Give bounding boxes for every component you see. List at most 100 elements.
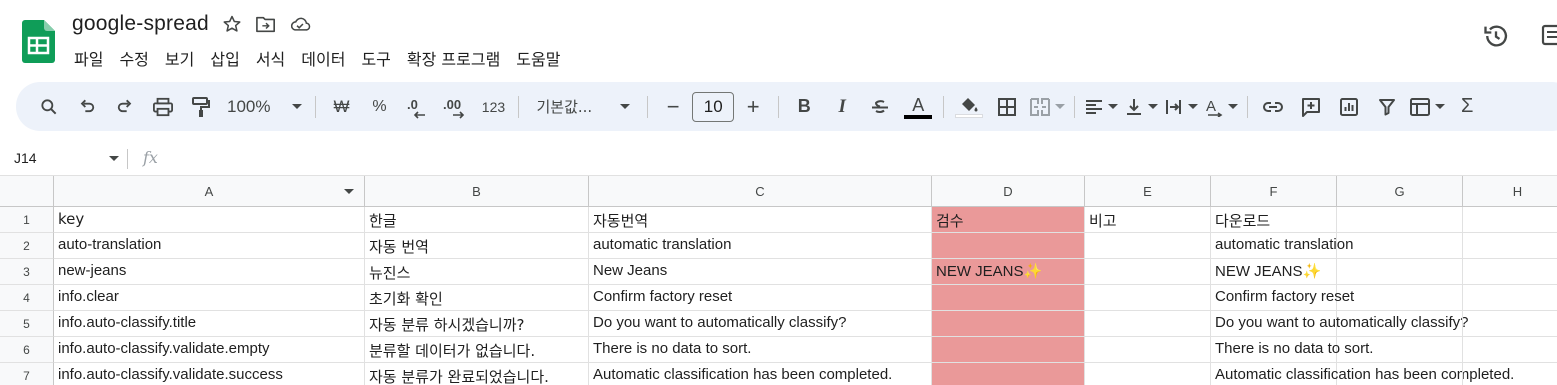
cell-g2[interactable] <box>1337 233 1463 259</box>
cell-c6[interactable]: There is no data to sort. <box>589 337 932 363</box>
cell-h7[interactable] <box>1463 363 1557 385</box>
cell-f7[interactable]: Automatic classification has been comple… <box>1211 363 1514 385</box>
search-menus-icon[interactable] <box>33 91 65 123</box>
cell-a1[interactable]: key <box>54 207 365 233</box>
cell-b7[interactable]: 자동 분류가 완료되었습니다. <box>365 363 589 385</box>
functions-icon[interactable]: Σ <box>1451 91 1483 123</box>
percent-format-button[interactable]: % <box>363 91 395 123</box>
cell-g4[interactable] <box>1337 285 1463 311</box>
menu-data[interactable]: 데이터 <box>293 44 353 72</box>
cell-d6[interactable] <box>932 337 1085 363</box>
cell-g1[interactable] <box>1337 207 1463 233</box>
insert-comment-icon[interactable] <box>1295 91 1327 123</box>
cell-h2[interactable] <box>1463 233 1557 259</box>
cell-b2[interactable]: 자동 번역 <box>365 233 589 259</box>
row-header-3[interactable]: 3 <box>0 259 54 285</box>
row-header-1[interactable]: 1 <box>0 207 54 233</box>
italic-button[interactable]: I <box>826 91 858 123</box>
cell-g6[interactable] <box>1337 337 1463 363</box>
cell-c5[interactable]: Do you want to automatically classify? <box>589 311 932 337</box>
row-header-4[interactable]: 4 <box>0 285 54 311</box>
star-icon[interactable] <box>221 13 243 35</box>
strikethrough-icon[interactable] <box>864 91 896 123</box>
cell-e6[interactable] <box>1085 337 1211 363</box>
row-header-6[interactable]: 6 <box>0 337 54 363</box>
cell-b6[interactable]: 분류할 데이터가 없습니다. <box>365 337 589 363</box>
cell-e4[interactable] <box>1085 285 1211 311</box>
column-menu-dropdown-icon[interactable] <box>344 189 354 194</box>
cell-f1[interactable]: 다운로드 <box>1211 207 1337 233</box>
cell-a7[interactable]: info.auto-classify.validate.success <box>54 363 365 385</box>
cell-c4[interactable]: Confirm factory reset <box>589 285 932 311</box>
cell-e2[interactable] <box>1085 233 1211 259</box>
filter-icon[interactable] <box>1371 91 1403 123</box>
cell-d1[interactable]: 검수 <box>932 207 1085 233</box>
text-rotation-icon[interactable]: A <box>1204 91 1239 123</box>
sheets-logo-icon[interactable] <box>22 20 55 63</box>
cell-c1[interactable]: 자동번역 <box>589 207 932 233</box>
menu-format[interactable]: 서식 <box>248 44 293 72</box>
cell-f4[interactable]: Confirm factory reset <box>1211 285 1354 311</box>
cell-e1[interactable]: 비고 <box>1085 207 1211 233</box>
cell-a5[interactable]: info.auto-classify.title <box>54 311 365 337</box>
cell-d7[interactable] <box>932 363 1085 385</box>
redo-icon[interactable] <box>109 91 141 123</box>
row-header-5[interactable]: 5 <box>0 311 54 337</box>
cell-h5[interactable] <box>1463 311 1557 337</box>
cell-c2[interactable]: automatic translation <box>589 233 932 259</box>
horizontal-align-icon[interactable] <box>1084 91 1119 123</box>
row-header-2[interactable]: 2 <box>0 233 54 259</box>
version-history-icon[interactable] <box>1482 22 1510 50</box>
cell-f5[interactable]: Do you want to automatically classify? <box>1211 311 1468 337</box>
cell-e3[interactable] <box>1085 259 1211 285</box>
column-header-e[interactable]: E <box>1085 176 1211 207</box>
fill-color-button[interactable] <box>953 91 985 123</box>
menu-insert[interactable]: 삽입 <box>202 44 247 72</box>
text-color-button[interactable]: A <box>902 91 934 123</box>
cell-h4[interactable] <box>1463 285 1557 311</box>
name-box-dropdown-icon[interactable] <box>109 156 119 161</box>
column-header-h[interactable]: H <box>1463 176 1557 207</box>
font-size-input[interactable]: 10 <box>692 91 735 122</box>
cell-c3[interactable]: New Jeans <box>589 259 932 285</box>
move-folder-icon[interactable] <box>255 13 277 35</box>
column-header-d[interactable]: D <box>932 176 1085 207</box>
decrease-font-size-button[interactable]: − <box>657 91 689 123</box>
more-formats-button[interactable]: 123 <box>477 91 509 123</box>
zoom-select[interactable]: 100% <box>223 91 306 123</box>
cell-d5[interactable] <box>932 311 1085 337</box>
cell-g7[interactable] <box>1337 363 1463 385</box>
borders-icon[interactable] <box>991 91 1023 123</box>
menu-help[interactable]: 도움말 <box>508 44 568 72</box>
cell-b1[interactable]: 한글 <box>365 207 589 233</box>
bold-button[interactable]: B <box>788 91 820 123</box>
cell-d4[interactable] <box>932 285 1085 311</box>
cell-a6[interactable]: info.auto-classify.validate.empty <box>54 337 365 363</box>
text-wrapping-icon[interactable] <box>1164 91 1199 123</box>
cell-d3[interactable]: NEW JEANS✨ <box>932 259 1085 285</box>
document-title[interactable]: google-spread <box>72 12 209 36</box>
cell-g3[interactable] <box>1337 259 1463 285</box>
cell-e5[interactable] <box>1085 311 1211 337</box>
font-select[interactable]: 기본값... <box>528 91 638 123</box>
cell-g5[interactable] <box>1337 311 1463 337</box>
cell-a2[interactable]: auto-translation <box>54 233 365 259</box>
name-box[interactable]: J14 <box>14 150 37 166</box>
row-header-7[interactable]: 7 <box>0 363 54 385</box>
cell-f6[interactable]: There is no data to sort. <box>1211 337 1373 363</box>
cell-b4[interactable]: 초기화 확인 <box>365 285 589 311</box>
cell-h3[interactable] <box>1463 259 1557 285</box>
cell-b5[interactable]: 자동 분류 하시겠습니까? <box>365 311 589 337</box>
column-header-c[interactable]: C <box>589 176 932 207</box>
menu-view[interactable]: 보기 <box>157 44 202 72</box>
cell-c7[interactable]: Automatic classification has been comple… <box>589 363 932 385</box>
cell-h1[interactable] <box>1463 207 1557 233</box>
paint-format-icon[interactable] <box>185 91 217 123</box>
menu-edit[interactable]: 수정 <box>111 44 156 72</box>
menu-tools[interactable]: 도구 <box>353 44 398 72</box>
vertical-align-icon[interactable] <box>1124 91 1159 123</box>
undo-icon[interactable] <box>71 91 103 123</box>
increase-font-size-button[interactable]: + <box>737 91 769 123</box>
print-icon[interactable] <box>147 91 179 123</box>
cell-e7[interactable] <box>1085 363 1211 385</box>
